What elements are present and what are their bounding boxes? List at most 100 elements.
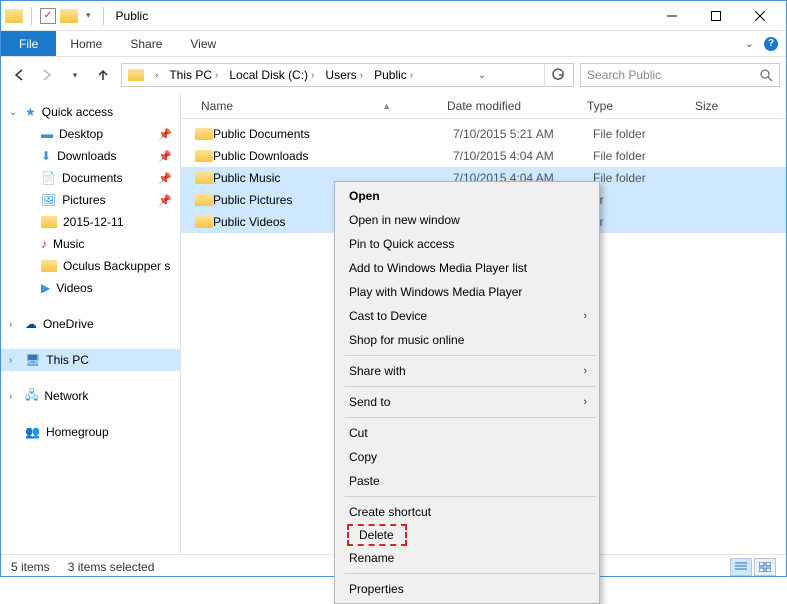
context-menu: Open Open in new window Pin to Quick acc… [334,181,600,604]
submenu-arrow-icon: › [583,396,587,408]
address-folder-icon [128,69,144,81]
crumb-users[interactable]: Users› [321,64,370,86]
ctx-pin-quick-access[interactable]: Pin to Quick access [337,232,597,256]
pin-icon: 📌 [158,194,172,207]
ctx-open[interactable]: Open [337,184,597,208]
ctx-paste[interactable]: Paste [337,469,597,493]
ctx-shop-music[interactable]: Shop for music online [337,328,597,352]
window-controls [650,2,782,30]
ctx-rename[interactable]: Rename [337,546,597,570]
ctx-separator [345,417,596,418]
ribbon-expand-icon[interactable]: ⌄ [745,37,754,50]
address-row: ▾ › This PC› Local Disk (C:)› Users› Pub… [1,57,786,93]
minimize-button[interactable] [650,2,694,30]
ctx-copy[interactable]: Copy [337,445,597,469]
nav-homegroup[interactable]: 👥Homegroup [1,421,180,443]
ctx-send-to[interactable]: Send to› [337,390,597,414]
ctx-properties[interactable]: Properties [337,577,597,601]
ctx-create-shortcut[interactable]: Create shortcut [337,500,597,524]
qat-dropdown-icon[interactable]: ▾ [82,10,95,21]
nav-date-folder[interactable]: 2015-12-11 [1,211,180,233]
status-item-count: 5 items [11,560,50,574]
ribbon-right: ⌄ ? [737,31,786,56]
status-selection-count: 3 items selected [68,560,155,574]
title-bar: ✓ ▾ Public [1,1,786,31]
window-title: Public [116,9,149,23]
nav-desktop[interactable]: ▬Desktop📌 [1,123,180,145]
details-view-button[interactable] [730,558,752,576]
ctx-open-new-window[interactable]: Open in new window [337,208,597,232]
crumb-public[interactable]: Public› [370,64,420,86]
nav-downloads[interactable]: ⬇Downloads📌 [1,145,180,167]
folder-icon [195,194,213,206]
ctx-delete[interactable]: Delete [347,524,407,546]
column-headers: Name▲ Date modified Type Size [181,93,786,119]
refresh-button[interactable] [544,64,571,86]
nav-pictures[interactable]: 🖼Pictures📌 [1,189,180,211]
thumbnails-view-button[interactable] [754,558,776,576]
ctx-separator [345,355,596,356]
tab-share[interactable]: Share [116,31,176,56]
qat-properties-icon[interactable]: ✓ [40,8,56,24]
address-bar[interactable]: › This PC› Local Disk (C:)› Users› Publi… [121,63,574,87]
search-icon [760,69,773,82]
file-row[interactable]: Public Downloads 7/10/2015 4:04 AM File … [181,145,786,167]
view-switcher [730,558,776,576]
help-icon[interactable]: ? [764,37,778,51]
folder-icon [195,128,213,140]
ctx-separator [345,496,596,497]
folder-icon [195,216,213,228]
ctx-cast[interactable]: Cast to Device› [337,304,597,328]
maximize-button[interactable] [694,2,738,30]
search-placeholder: Search Public [587,68,661,82]
app-folder-icon [5,9,23,23]
qat-newfolder-icon[interactable] [60,9,78,23]
ctx-cut[interactable]: Cut [337,421,597,445]
nav-videos[interactable]: ▶Videos [1,277,180,299]
pin-icon: 📌 [158,150,172,163]
file-row[interactable]: Public Documents 7/10/2015 5:21 AM File … [181,123,786,145]
pin-icon: 📌 [158,172,172,185]
forward-button[interactable] [35,63,59,87]
nav-documents[interactable]: 📄Documents📌 [1,167,180,189]
recent-dropdown-icon[interactable]: ▾ [63,63,87,87]
ribbon: File Home Share View ⌄ ? [1,31,786,57]
submenu-arrow-icon: › [583,310,587,322]
pin-icon: 📌 [158,128,172,141]
up-button[interactable] [91,63,115,87]
separator [103,7,104,25]
folder-icon [195,172,213,184]
nav-quick-access[interactable]: ⌄★Quick access [1,101,180,123]
crumb-chevron[interactable]: › [148,64,165,86]
nav-music[interactable]: ♪Music [1,233,180,255]
nav-thispc[interactable]: ›🖥This PC [1,349,180,371]
nav-oculus[interactable]: Oculus Backupper s [1,255,180,277]
navigation-pane: ⌄★Quick access ▬Desktop📌 ⬇Downloads📌 📄Do… [1,93,181,554]
search-box[interactable]: Search Public [580,63,780,87]
col-name[interactable]: Name▲ [181,93,439,118]
tab-view[interactable]: View [176,31,230,56]
folder-icon [195,150,213,162]
tab-home[interactable]: Home [56,31,116,56]
col-size[interactable]: Size [687,93,786,118]
close-button[interactable] [738,2,782,30]
ctx-play-wmp[interactable]: Play with Windows Media Player [337,280,597,304]
col-type[interactable]: Type [579,93,687,118]
ctx-separator [345,573,596,574]
ctx-add-wmp-list[interactable]: Add to Windows Media Player list [337,256,597,280]
crumb-localdisk[interactable]: Local Disk (C:)› [225,64,321,86]
ctx-share-with[interactable]: Share with› [337,359,597,383]
ctx-separator [345,386,596,387]
nav-onedrive[interactable]: ›☁OneDrive [1,313,180,335]
col-date[interactable]: Date modified [439,93,579,118]
address-dropdown-icon[interactable]: ⌄ [474,70,490,81]
crumb-thispc[interactable]: This PC› [165,64,225,86]
nav-network[interactable]: ›🖧Network [1,385,180,407]
quick-access-toolbar: ✓ ▾ [5,7,108,25]
sort-asc-icon: ▲ [382,101,391,111]
nav-buttons: ▾ [7,63,115,87]
separator [31,7,32,25]
submenu-arrow-icon: › [583,365,587,377]
back-button[interactable] [7,63,31,87]
tab-file[interactable]: File [1,31,56,56]
